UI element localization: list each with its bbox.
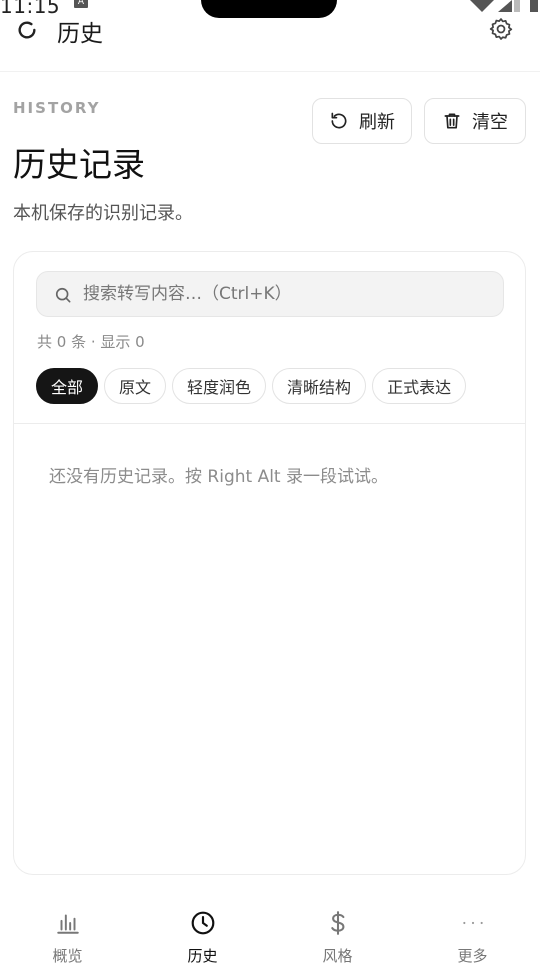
nav-item-style[interactable]: 风格 <box>270 895 405 977</box>
status-time: 11:15 <box>0 0 61 18</box>
nav-label-style: 风格 <box>322 947 353 965</box>
refresh-button[interactable]: 刷新 <box>312 98 412 144</box>
page-subtitle: 本机保存的识别记录。 <box>13 203 193 224</box>
filter-chip-formal[interactable]: 正式表达 <box>372 368 467 404</box>
camera-notch <box>201 0 337 18</box>
status-notification-icon: A <box>74 0 88 8</box>
page-title: 历史记录 <box>13 145 145 184</box>
nav-label-overview: 概览 <box>52 947 83 965</box>
app-bar-title: 历史 <box>57 21 103 47</box>
dollar-icon <box>330 911 344 935</box>
history-screen: 历史 11:15 A HISTORY 历史记录 本机保存的识别记录。 刷新 清空… <box>0 0 540 977</box>
trash-icon <box>444 113 460 129</box>
filter-chip-clear-structure[interactable]: 清晰结构 <box>272 368 367 404</box>
refresh-icon <box>331 112 347 129</box>
clear-button[interactable]: 清空 <box>424 98 526 144</box>
filter-chip-all[interactable]: 全部 <box>36 368 99 404</box>
search-icon <box>55 287 71 303</box>
status-bar: 11:15 A <box>0 0 540 18</box>
search-box[interactable] <box>36 271 504 317</box>
empty-state-message: 还没有历史记录。按 Right Alt 录一段试试。 <box>49 467 388 487</box>
filter-chips: 全部 原文 轻度润色 清晰结构 正式表达 <box>36 368 467 406</box>
bar-chart-icon <box>56 914 79 934</box>
section-eyebrow: HISTORY <box>13 99 101 117</box>
nav-item-history[interactable]: 历史 <box>135 895 270 977</box>
nav-item-more[interactable]: 更多 <box>405 895 540 977</box>
gear-icon[interactable] <box>488 16 514 42</box>
nav-label-history: 历史 <box>187 947 218 965</box>
refresh-button-label: 刷新 <box>359 112 395 133</box>
filter-chip-light-polish[interactable]: 轻度润色 <box>172 368 267 404</box>
card-divider <box>14 423 525 424</box>
filter-chip-original[interactable]: 原文 <box>104 368 167 404</box>
signal-battery-icon <box>470 0 538 12</box>
clear-button-label: 清空 <box>472 112 508 133</box>
nav-label-more: 更多 <box>457 947 488 965</box>
search-input[interactable] <box>83 272 493 316</box>
nav-item-overview[interactable]: 概览 <box>0 895 135 977</box>
more-dots-icon <box>462 921 483 925</box>
result-count: 共 0 条 · 显示 0 <box>37 333 145 351</box>
history-card: 共 0 条 · 显示 0 全部 原文 轻度润色 清晰结构 正式表达 还没有历史记… <box>13 251 526 875</box>
bottom-nav: 概览 历史 风格 更多 <box>0 895 540 977</box>
loading-spinner-icon <box>18 21 36 39</box>
clock-icon <box>191 911 214 935</box>
